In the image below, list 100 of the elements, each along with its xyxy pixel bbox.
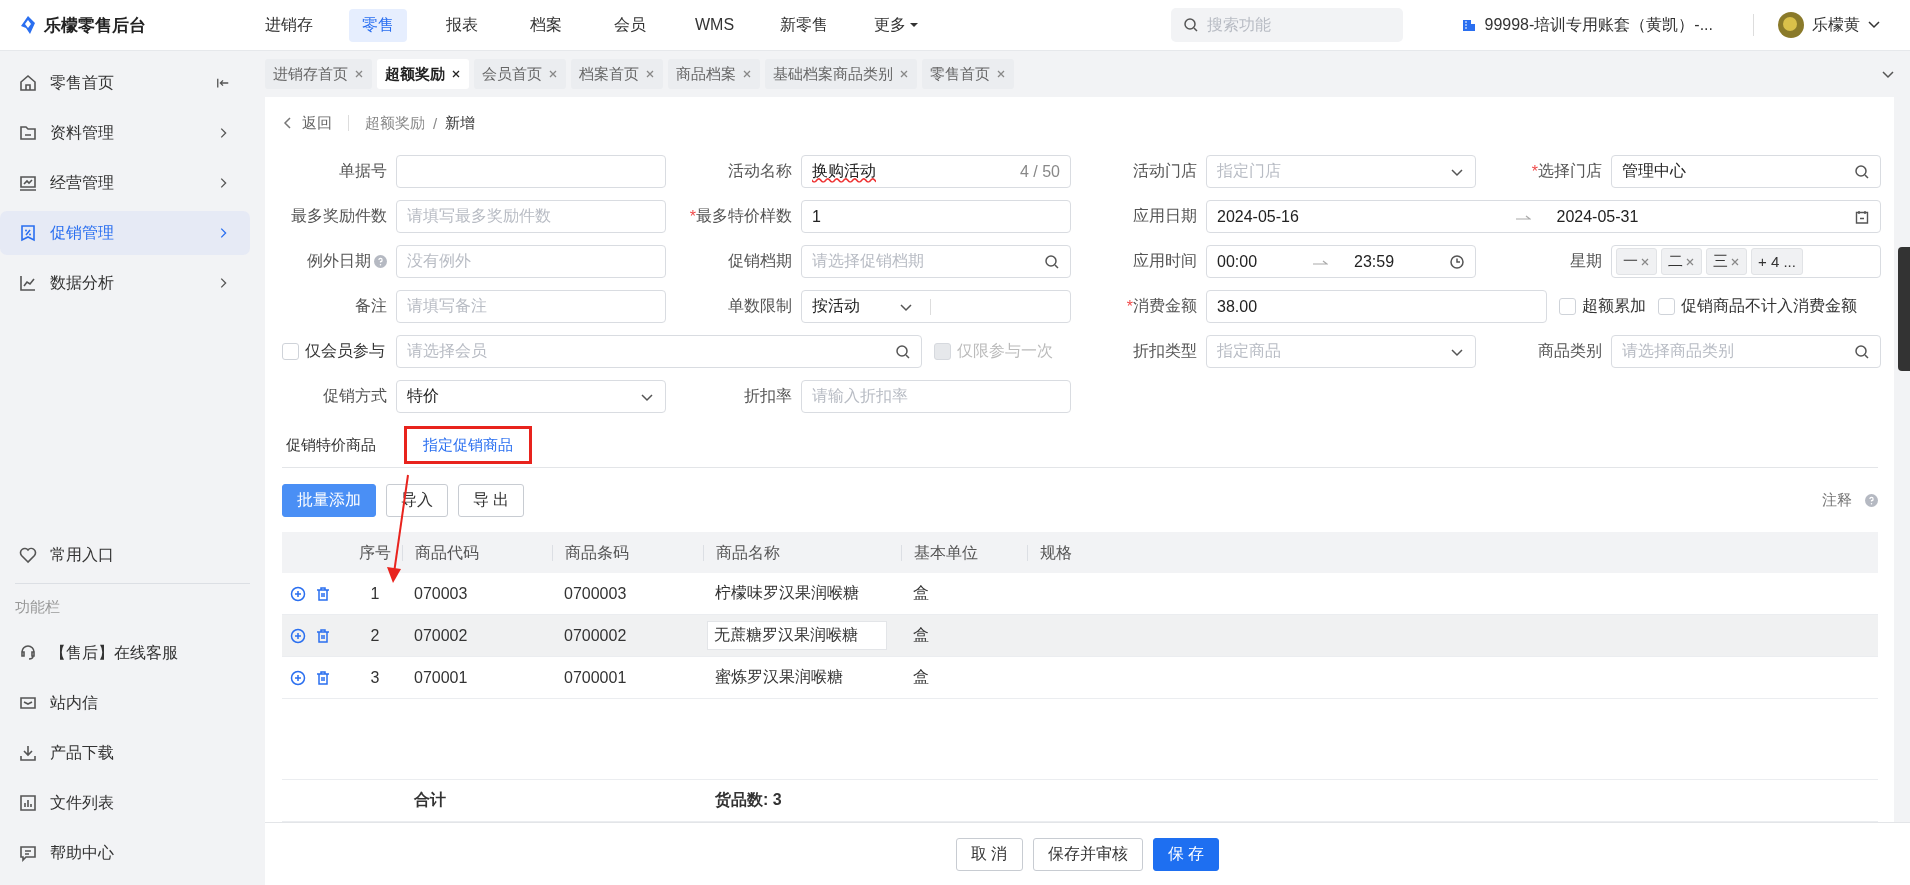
field-label: 消费金额 [1133,296,1197,316]
nav-item[interactable]: 报表 [433,8,491,42]
close-icon[interactable] [451,69,461,79]
note-label: 注释 [1822,490,1852,510]
checkbox[interactable] [282,343,299,360]
input-placeholder: 请填写备注 [407,296,487,316]
table-cell-text: 柠檬味罗汉果润喉糖 [714,583,860,603]
page-tab[interactable]: 商品档案 [668,59,760,89]
text-input[interactable]: 换购活动 4 / 50 [801,155,1071,188]
table-row[interactable]: 3 070001 0700001 蜜炼罗汉果润喉糖 盒 [282,657,1878,699]
sidebar-label: 文件列表 [50,792,114,813]
page-tab[interactable]: 基础档案商品类别 [765,59,917,89]
table-cell-text: 蜜炼罗汉果润喉糖 [714,667,844,687]
checkbox-option[interactable]: 促销商品不计入消费金额 [1658,296,1857,317]
field-label: 最多奖励件数 [291,206,387,226]
search-select-field[interactable]: 管理中心 [1611,155,1881,188]
sidebar-label: 零售首页 [50,72,114,93]
table-cell-text: 0700002 [563,626,628,645]
input-value: 换购活动 [812,161,876,181]
sidebar-item[interactable]: 产品下载 [0,731,250,775]
page-tab[interactable]: 档案首页 [571,59,663,89]
breadcrumb-item[interactable]: 超额奖励 [365,113,425,133]
nav-item[interactable]: 更多 [864,8,930,42]
sidebar-item[interactable]: 帮助中心 [0,831,250,875]
sidebar-item[interactable]: 促销管理 [0,211,250,255]
remove-icon[interactable] [1685,256,1695,267]
delete-icon[interactable] [315,669,331,686]
sidebar-item[interactable]: 站内信 [0,681,250,725]
add-icon[interactable] [290,669,306,686]
more-tag: + 4 ... [1751,248,1803,275]
add-icon[interactable] [290,627,306,644]
checkbox[interactable] [1559,298,1576,315]
page-tab[interactable]: 会员首页 [474,59,566,89]
field-label: 折扣率 [744,386,792,406]
headset-icon [18,643,38,663]
download-icon [18,743,38,763]
checkbox[interactable] [1658,298,1675,315]
cell-input[interactable]: 无蔗糖罗汉果润喉糖 [707,621,887,650]
table-cell-text: 3 [369,668,381,687]
section-tab[interactable]: 指定促销商品 [419,429,517,461]
nav-item[interactable]: 会员 [601,8,659,42]
page-tab[interactable]: 超额奖励 [377,59,469,89]
field-label: 单据号 [339,161,387,181]
search-icon [1854,163,1870,180]
text-input[interactable] [396,155,666,188]
table-cell-text: 070003 [413,584,469,603]
section-heading: 功能栏 [14,597,61,617]
delete-icon[interactable] [315,585,331,602]
table-cell-text: 070002 [413,626,469,645]
page-tab[interactable]: 进销存首页 [265,59,372,89]
section-tab[interactable]: 促销特价商品 [282,429,380,461]
breadcrumb-separator: / [433,114,438,132]
nav-item[interactable]: WMS [685,8,745,42]
toolbar-button[interactable]: 导 出 [458,483,525,517]
input-placeholder: 请输入折扣率 [812,386,908,406]
clock-icon [1449,253,1465,270]
field-label: 应用日期 [1133,206,1197,226]
required-asterisk: * [1126,297,1133,316]
select-field[interactable]: 特价 [396,380,666,413]
avatar[interactable] [1778,12,1804,38]
nav-item[interactable]: 档案 [517,8,575,42]
back-link[interactable]: 返回 [282,113,332,133]
nav-item[interactable]: 进销存 [255,8,323,42]
page-tab[interactable]: 零售首页 [922,59,1014,89]
select-input-field[interactable]: 按活动 [801,290,1071,323]
collapse-icon[interactable] [216,76,230,90]
folder-icon [18,123,38,143]
tag-select-field[interactable]: 一 二 三 + 4 ... [1611,245,1881,278]
end-date: 2024-05-31 [1556,207,1640,226]
sidebar-label: 帮助中心 [50,842,114,863]
delete-icon[interactable] [315,627,331,644]
sidebar-item[interactable]: 零售首页 [0,61,250,105]
nav-item[interactable]: 新零售 [770,8,839,42]
time-range-field[interactable]: 00:00 23:59 [1206,245,1476,278]
checkbox-option[interactable]: 仅会员参与 [282,341,396,362]
sidebar-item[interactable]: 经营管理 [0,161,250,205]
input-value: 38.00 [1217,297,1258,316]
nav-item[interactable]: 零售 [349,8,407,42]
column-header: 商品代码 [402,544,552,561]
footer-button[interactable]: 保 存 [1152,837,1219,871]
account-name[interactable]: 99998-培训专用账套（黄凯）-... [1484,14,1713,36]
text-input[interactable]: 38.00 [1206,290,1547,323]
sidebar-item[interactable]: 数据分析 [0,261,250,305]
date-range-field[interactable]: 2024-05-16 2024-05-31 [1206,200,1881,233]
footer-button[interactable]: 保存并审核 [1032,837,1143,871]
checkbox-option[interactable]: 超额累加 [1559,296,1646,317]
add-icon[interactable] [290,585,306,602]
user-name[interactable]: 乐檬黄 [1812,14,1860,36]
tag: 三 [1706,248,1747,275]
sidebar-item[interactable]: 【售后】在线客服 [0,631,250,675]
sidebar-item[interactable]: 常用入口 [0,533,250,577]
remove-icon[interactable] [1640,256,1650,267]
footer-button[interactable]: 取 消 [956,837,1023,871]
remove-icon[interactable] [1730,256,1740,267]
table-row[interactable]: 2 070002 0700002 无蔗糖罗汉果润喉糖 盒 [282,615,1878,657]
table-cell-text: 2 [369,626,381,645]
sidebar-item[interactable]: 文件列表 [0,781,250,825]
sidebar-item[interactable]: 资料管理 [0,111,250,155]
column-header: 规格 [1027,544,1129,561]
text-input[interactable]: 1 [801,200,1071,233]
